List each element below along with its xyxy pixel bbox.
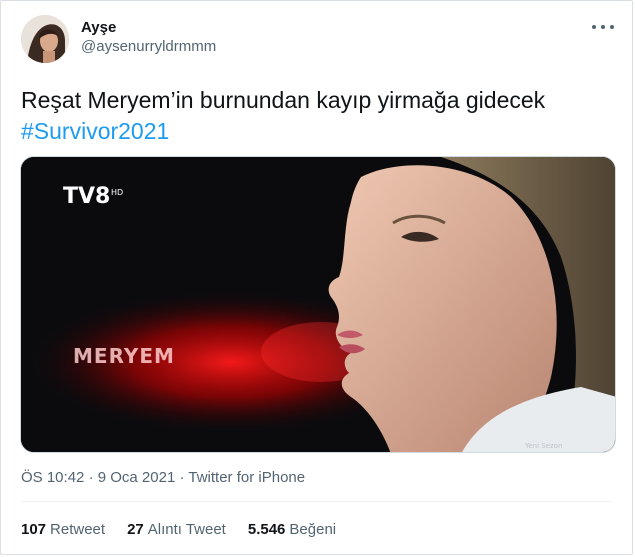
- quote-tweets-stat[interactable]: 27 Alıntı Tweet: [127, 521, 226, 538]
- retweets-stat[interactable]: 107 Retweet: [21, 521, 105, 538]
- hashtag-link[interactable]: #Survivor2021: [21, 116, 612, 147]
- meta-separator: ·: [88, 469, 94, 486]
- dot: [610, 25, 614, 29]
- tweet-source[interactable]: Twitter for iPhone: [188, 469, 305, 486]
- tweet-text: Reşat Meryem’in burnundan kayıp yirmağa …: [21, 85, 612, 147]
- likes-label: Beğeni: [289, 521, 337, 538]
- tweet-text-line: Reşat Meryem’in burnundan kayıp yirmağa …: [21, 87, 546, 113]
- tweet-date[interactable]: 9 Oca 2021: [98, 469, 176, 486]
- tweet-header: Ayşe @aysenurryldrmmm: [21, 15, 618, 69]
- overlay-text: MERYEM: [73, 344, 175, 368]
- dot: [592, 25, 596, 29]
- tweet-card: Ayşe @aysenurryldrmmm Reşat Meryem’in bu…: [0, 0, 633, 555]
- author-names: Ayşe @aysenurryldrmmm: [81, 19, 216, 57]
- dot: [601, 25, 605, 29]
- tweet-stats: 107 Retweet 27 Alıntı Tweet 5.546 Beğeni: [21, 521, 336, 538]
- quotes-label: Alıntı Tweet: [147, 521, 226, 538]
- author-handle[interactable]: @aysenurryldrmmm: [81, 38, 216, 57]
- retweets-count: 107: [21, 521, 47, 538]
- author-display-name[interactable]: Ayşe: [81, 19, 216, 38]
- tweet-time[interactable]: ÖS 10:42: [21, 469, 84, 486]
- quotes-count: 27: [127, 521, 144, 538]
- tweet-meta: ÖS 10:42 · 9 Oca 2021 · Twitter for iPho…: [21, 469, 305, 486]
- corner-caption: Yeni Sezon: [524, 442, 562, 450]
- divider: [21, 501, 612, 502]
- more-options-icon[interactable]: [592, 21, 614, 33]
- tweet-media-image[interactable]: TV8 HD MERYEM Yeni Sezon: [20, 156, 616, 453]
- channel-logo: TV8: [63, 184, 110, 209]
- retweets-label: Retweet: [50, 521, 106, 538]
- meta-separator: ·: [179, 469, 185, 486]
- media-scene: TV8 HD MERYEM Yeni Sezon: [21, 157, 615, 452]
- avatar-image: [21, 15, 69, 63]
- channel-logo-suffix: HD: [111, 188, 123, 197]
- likes-stat[interactable]: 5.546 Beğeni: [248, 521, 336, 538]
- avatar[interactable]: [21, 15, 69, 63]
- likes-count: 5.546: [247, 521, 286, 538]
